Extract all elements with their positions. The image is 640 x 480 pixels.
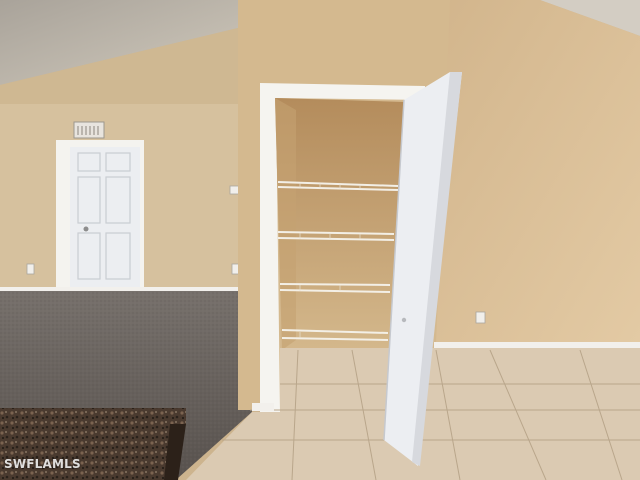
baseboard-right [434,342,640,348]
room-photo: SWFLAMLS [0,0,640,480]
left-door-knob [83,226,89,232]
outlet-right [475,311,486,324]
closet-door-knob [401,317,407,323]
outlet-left-2 [231,263,240,275]
watermark: SWFLAMLS [4,457,81,471]
right-wall [436,0,640,345]
outlet-left [26,263,35,275]
room-illustration [0,0,640,480]
